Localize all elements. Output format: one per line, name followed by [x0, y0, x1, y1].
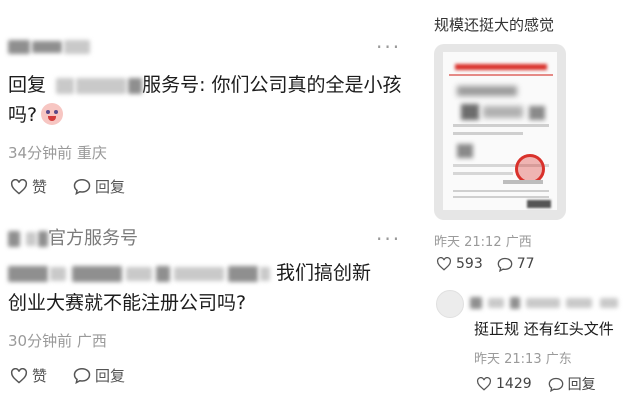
reply-text: 挺正规 还有红头文件: [474, 320, 614, 338]
reply-prefix: 回复: [8, 74, 47, 96]
reply-label: 回复: [95, 367, 126, 385]
avatar[interactable]: [436, 290, 464, 318]
reply-count: 77: [516, 256, 535, 272]
side-post-actions: 593 77: [436, 256, 535, 272]
speech-bubble-icon: [73, 178, 91, 195]
reply-button[interactable]: 回复: [73, 176, 125, 197]
comment-1-more-icon[interactable]: ···: [376, 37, 401, 57]
post-location: 广西: [505, 235, 532, 250]
reply-meta: 昨天 21:13 广东: [474, 348, 572, 367]
reply-text-line2: 吗?: [8, 104, 38, 126]
crying-face-emoji-icon: [41, 102, 64, 125]
document-thumbnail[interactable]: [434, 44, 566, 220]
like-count: 593: [456, 256, 483, 272]
comment-time: 30分钟前: [8, 332, 73, 350]
reply-text-line1: : 你们公司真的全是小孩: [199, 74, 402, 96]
comment-1-meta: 34分钟前 重庆: [8, 142, 107, 163]
like-button[interactable]: 593: [436, 256, 483, 272]
comment-1-actions: 赞 回复: [10, 176, 125, 197]
like-button[interactable]: 1429: [476, 376, 532, 392]
comment-1-text: 回复 服务号: 你们公司真的全是小孩 吗?: [8, 70, 402, 130]
comment-2-meta: 30分钟前 广西: [8, 330, 107, 351]
heart-outline-icon: [10, 367, 28, 384]
comment-text-line1: 我们搞创新: [276, 262, 372, 284]
side-post-title[interactable]: 规模还挺大的感觉: [434, 14, 554, 35]
reply-username[interactable]: [470, 292, 618, 311]
speech-bubble-icon: [497, 257, 513, 272]
comment-location: 重庆: [76, 144, 107, 162]
heart-outline-icon: [436, 257, 452, 271]
comment-time: 34分钟前: [8, 144, 73, 162]
speech-bubble-icon: [73, 367, 91, 384]
reply-location: 广东: [545, 352, 572, 367]
like-label: 赞: [32, 178, 48, 196]
heart-outline-icon: [476, 377, 492, 391]
reply-actions: 1429 回复: [476, 374, 596, 394]
like-button[interactable]: 赞: [10, 365, 47, 386]
reply-button[interactable]: 回复: [73, 365, 125, 386]
username-text: 官方服务号: [48, 228, 138, 249]
like-count: 1429: [496, 376, 532, 392]
heart-outline-icon: [10, 178, 28, 195]
side-post-meta: 昨天 21:12 广西: [434, 231, 532, 250]
reply-label: 回复: [567, 377, 596, 393]
reply-label: 回复: [95, 178, 126, 196]
reply-time: 昨天 21:13: [474, 352, 542, 367]
comment-2-username[interactable]: 官方服务号: [8, 224, 138, 250]
document-image: [443, 52, 557, 210]
reply-target[interactable]: 服务号: [142, 74, 199, 96]
comment-1-username[interactable]: [8, 36, 90, 57]
reply-button[interactable]: 回复: [548, 374, 596, 394]
comment-2-more-icon[interactable]: ···: [376, 229, 401, 249]
comment-2-actions: 赞 回复: [10, 365, 125, 386]
comment-2-text: 我们搞创新 创业大赛就不能注册公司吗?: [8, 258, 371, 318]
reply-button[interactable]: 77: [497, 256, 535, 272]
comment-text-line2: 创业大赛就不能注册公司吗?: [8, 292, 247, 314]
like-label: 赞: [32, 367, 48, 385]
like-button[interactable]: 赞: [10, 176, 47, 197]
speech-bubble-icon: [548, 377, 563, 392]
comment-location: 广西: [76, 332, 107, 350]
post-time: 昨天 21:12: [434, 235, 502, 250]
